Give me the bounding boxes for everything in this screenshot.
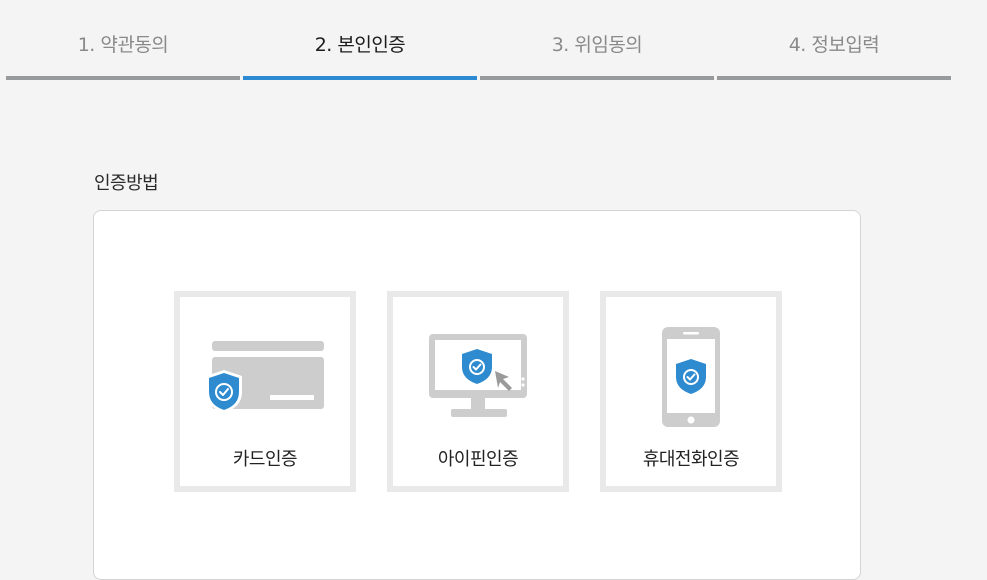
mobile-verification-button[interactable]: 휴대전화인증 xyxy=(600,291,782,492)
step-terms-agreement: 1. 약관동의 xyxy=(6,0,240,80)
ipin-verification-button[interactable]: 아이핀인증 xyxy=(387,291,569,492)
card-verification-button[interactable]: 카드인증 xyxy=(174,291,356,492)
method-label: 아이핀인증 xyxy=(437,449,519,470)
step-delegation-consent: 3. 위임동의 xyxy=(480,0,714,80)
step-label: 3. 위임동의 xyxy=(551,34,643,56)
method-label: 휴대전화인증 xyxy=(642,449,740,470)
step-label: 2. 본인인증 xyxy=(314,34,406,56)
method-label: 카드인증 xyxy=(232,449,298,470)
step-info-input: 4. 정보입력 xyxy=(717,0,951,80)
step-label: 4. 정보입력 xyxy=(788,34,880,56)
section-title: 인증방법 xyxy=(94,173,159,194)
step-identity-verification: 2. 본인인증 xyxy=(243,0,477,80)
step-label: 1. 약관동의 xyxy=(77,34,169,56)
step-progress-tabs: 1. 약관동의 2. 본인인증 3. 위임동의 4. 정보입력 xyxy=(6,0,951,80)
